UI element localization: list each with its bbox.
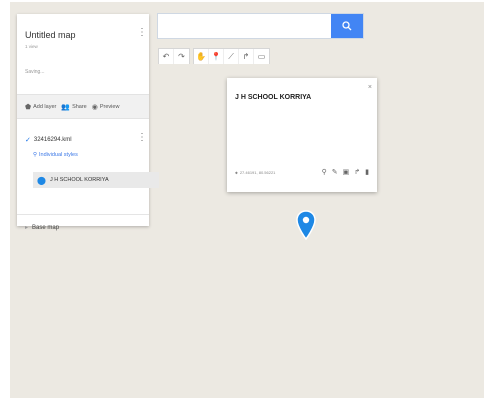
save-status: Saving...: [25, 69, 45, 75]
add-marker-button[interactable]: 📍: [209, 49, 224, 64]
search-bar: [157, 13, 364, 39]
add-directions-button[interactable]: ↱: [239, 49, 254, 64]
close-icon[interactable]: ×: [368, 84, 372, 91]
individual-styles-link[interactable]: ⚲ Individual styles: [33, 152, 78, 158]
ruler-icon: ▭: [257, 52, 266, 61]
route-icon: ↱: [242, 52, 250, 61]
line-icon: ⟋: [228, 51, 234, 61]
add-layer-button[interactable]: ⬟ Add layer: [25, 103, 56, 111]
map-views-count: 1 view: [25, 44, 38, 49]
redo-icon: ↷: [178, 52, 185, 61]
preview-icon: ◉: [91, 103, 98, 111]
hand-icon: ✋: [196, 52, 206, 61]
layer-name[interactable]: 32416294.kml: [34, 137, 72, 143]
location-icon: ⬥: [235, 170, 238, 175]
search-button[interactable]: [331, 14, 363, 38]
share-button[interactable]: 👥 Share: [61, 103, 86, 111]
camera-icon[interactable]: ▣: [343, 168, 350, 176]
popup-coordinates: ⬥ 27.46191, 80.56221: [235, 170, 275, 175]
undo-redo-group: ↶ ↷: [158, 48, 190, 64]
style-paint-icon: ⚲: [33, 152, 38, 158]
search-input[interactable]: [162, 17, 331, 37]
map-toolbar: ↶ ↷ ✋ 📍 ⟋ ↱ ▭: [158, 48, 270, 64]
chevron-right-icon: ▸: [25, 225, 29, 231]
map-side-panel: Untitled map ⋮ 1 view Saving... ⬟ Add la…: [17, 14, 159, 231]
share-icon: 👥: [61, 103, 71, 111]
popup-title: J H SCHOOL KORRIYA: [235, 94, 312, 101]
layer-checkbox-icon[interactable]: ✓: [25, 136, 31, 144]
delete-icon[interactable]: ▮: [365, 168, 369, 176]
search-icon: [342, 21, 352, 31]
coords-label: 27.46191, 80.56221: [239, 170, 276, 175]
add-layer-label: Add layer: [33, 103, 57, 110]
drawing-tools-group: ✋ 📍 ⟋ ↱ ▭: [193, 48, 270, 64]
base-map-label: Base map: [32, 224, 60, 231]
edit-icon[interactable]: ✎: [332, 168, 338, 176]
feature-info-popup: J H SCHOOL KORRIYA × ⬥ 27.46191, 80.5622…: [227, 78, 377, 192]
layer-options-icon[interactable]: ⋮: [137, 133, 147, 143]
map-title[interactable]: Untitled map: [25, 30, 76, 40]
measure-button[interactable]: ▭: [254, 49, 269, 64]
style-icon[interactable]: ⚲: [322, 168, 327, 176]
feature-label: J H SCHOOL KORRIYA: [49, 177, 109, 183]
redo-button[interactable]: ↷: [174, 49, 189, 64]
share-label: Share: [72, 103, 87, 110]
base-map-toggle[interactable]: ▸ Base map: [25, 224, 60, 232]
popup-toolbar: ⚲ ✎ ▣ ↱ ▮: [322, 168, 369, 176]
draw-line-button[interactable]: ⟋: [224, 49, 239, 64]
divider: [17, 214, 149, 215]
panel-actions: ⬟ Add layer 👥 Share ◉ Preview: [17, 94, 149, 119]
preview-button[interactable]: ◉ Preview: [92, 103, 120, 111]
add-layer-icon: ⬟: [25, 103, 32, 111]
preview-label: Preview: [99, 103, 120, 110]
feature-list-item[interactable]: ⬤ J H SCHOOL KORRIYA: [33, 172, 159, 188]
undo-button[interactable]: ↶: [159, 49, 174, 64]
map-options-icon[interactable]: ⋮: [137, 28, 147, 38]
map-marker-icon[interactable]: [296, 210, 316, 240]
marker-icon: 📍: [211, 52, 221, 61]
styles-label: Individual styles: [39, 152, 78, 158]
select-tool-button[interactable]: ✋: [194, 49, 209, 64]
directions-icon[interactable]: ↱: [354, 168, 360, 176]
layer-header[interactable]: ✓ 32416294.kml: [25, 136, 72, 144]
undo-icon: ↶: [162, 52, 170, 61]
marker-icon: ⬤: [37, 175, 46, 185]
